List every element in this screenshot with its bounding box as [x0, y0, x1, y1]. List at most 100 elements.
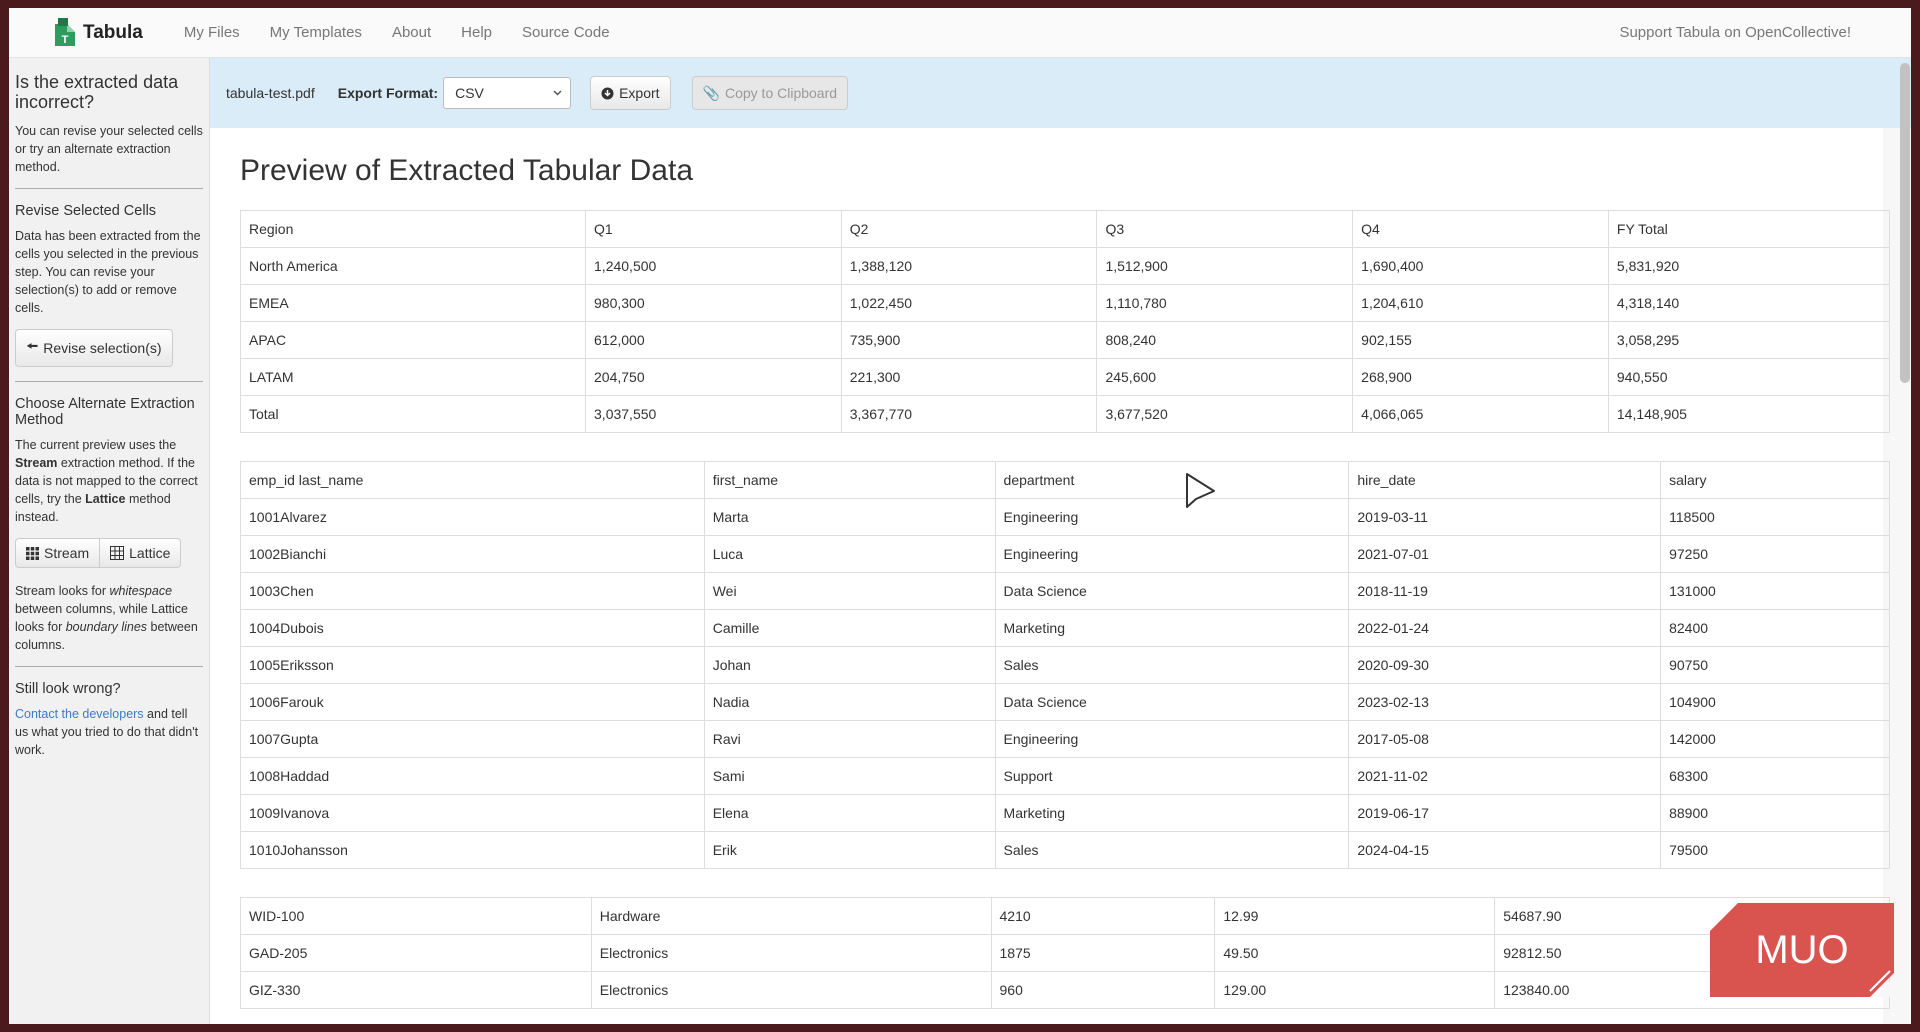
scrollbar-thumb[interactable]: [1900, 63, 1910, 383]
table-cell: Q2: [840, 210, 1098, 248]
table-cell: 129.00: [1214, 971, 1496, 1009]
method-text: The current preview uses the Stream extr…: [15, 436, 203, 526]
brand-name: Tabula: [83, 21, 143, 43]
export-format-label: Export Format:: [337, 85, 439, 101]
table-cell: Sales: [994, 831, 1350, 869]
lattice-label: Lattice: [129, 545, 171, 561]
table-cell: Ravi: [703, 720, 996, 758]
brand[interactable]: T Tabula: [53, 17, 143, 48]
tabula-logo-icon: T: [55, 17, 75, 46]
table-cell: 2020-09-30: [1348, 646, 1662, 684]
table-cell: Q1: [585, 210, 842, 248]
table-cell: 2018-11-19: [1348, 572, 1662, 610]
table-cell: 3,037,550: [585, 395, 842, 433]
table-cell: 2022-01-24: [1348, 609, 1662, 647]
table-cell: FY Total: [1607, 210, 1891, 248]
nav-links: My Files My Templates About Help Source …: [169, 24, 625, 41]
tables-container: Region Q1 Q2 Q3 Q4 FY Total North America 1,240…: [239, 210, 1891, 1009]
table-cell: 118500: [1660, 498, 1890, 536]
table-cell: 4210: [990, 897, 1216, 935]
navbar: T Tabula My Files My Templates About Hel…: [9, 8, 1911, 58]
revise-text: Data has been extracted from the cells y…: [15, 229, 201, 315]
export-format-value: CSV: [455, 85, 484, 101]
table-cell: 4,066,065: [1352, 395, 1609, 433]
table-cell: 49.50: [1214, 934, 1496, 972]
table-row: GAD-205 Electronics 1875 49.50 92812.50: [240, 934, 1890, 972]
revise-selection-button[interactable]: 🠘 Revise selection(s): [15, 329, 173, 367]
table-cell: 90750: [1660, 646, 1890, 684]
nav-help[interactable]: Help: [461, 24, 492, 41]
contact-text: Contact the developers and tell us what …: [15, 705, 203, 759]
table-cell: 1004Dubois: [240, 609, 705, 647]
table-cell: Luca: [703, 535, 996, 573]
nav-about[interactable]: About: [392, 24, 431, 41]
support-link[interactable]: Support Tabula on OpenCollective!: [1619, 24, 1851, 41]
table-cell: Nadia: [703, 683, 996, 721]
watermark-text: MUO: [1755, 928, 1848, 972]
explain-whitespace: whitespace: [109, 584, 173, 598]
table-cell: 1,022,450: [840, 284, 1098, 322]
table-row: 1006Farouk Nadia Data Science 2023-02-13 104…: [240, 683, 1890, 721]
divider: [15, 381, 203, 382]
table-cell: 1,110,780: [1096, 284, 1354, 322]
table-cell: GAD-205: [240, 934, 592, 972]
table-cell: first_name: [703, 461, 996, 499]
arrow-left-icon: 🠘: [26, 338, 39, 354]
table-cell: 735,900: [840, 321, 1098, 359]
table-row: Total 3,037,550 3,367,770 3,677,520 4,066,06…: [239, 395, 1891, 433]
table-cell: Erik: [703, 831, 996, 869]
table-cell: department: [994, 461, 1350, 499]
table-cell: North America: [239, 247, 587, 285]
browser-frame: T Tabula My Files My Templates About Hel…: [9, 8, 1911, 1024]
table-cell: 612,000: [585, 321, 842, 359]
revise-heading: Revise Selected Cells: [15, 203, 157, 219]
export-label: Export: [619, 85, 660, 101]
table-cell: 1003Chen: [240, 572, 705, 610]
lattice-button[interactable]: Lattice: [100, 538, 182, 568]
table-cell: 245,600: [1096, 358, 1354, 396]
method-heading: Choose Alternate Extraction Method: [15, 396, 195, 428]
stream-button[interactable]: Stream: [15, 538, 101, 568]
table-cell: 221,300: [840, 358, 1098, 396]
table-cell: Engineering: [994, 720, 1350, 758]
table-row: 1010Johansson Erik Sales 2024-04-15 79500: [240, 831, 1890, 869]
table-cell: 1,512,900: [1096, 247, 1354, 285]
copy-label: Copy to Clipboard: [724, 85, 838, 101]
table-cell: Support: [994, 757, 1350, 795]
method-lattice-bold: Lattice: [85, 492, 126, 506]
export-button[interactable]: Export: [590, 76, 671, 110]
copy-to-clipboard-button[interactable]: 📎 Copy to Clipboard: [691, 76, 849, 110]
table-cell: emp_id last_name: [240, 461, 705, 499]
table-cell: 14,148,905: [1607, 395, 1891, 433]
table-cell: Electronics: [590, 934, 992, 972]
divider: [15, 188, 203, 189]
table-cell: Region: [239, 210, 587, 248]
table-row: North America 1,240,500 1,388,120 1,512,900…: [239, 247, 1891, 285]
table-cell: Marta: [703, 498, 996, 536]
table-cell: 1,388,120: [840, 247, 1098, 285]
table-row: 1002Bianchi Luca Engineering 2021-07-01 9725…: [240, 535, 1890, 573]
nav-source-code[interactable]: Source Code: [522, 24, 610, 41]
table-cell: Marketing: [994, 794, 1350, 832]
table-cell: 97250: [1660, 535, 1890, 573]
table-cell: 142000: [1660, 720, 1890, 758]
table-row: 1001Alvarez Marta Engineering 2019-03-11 118…: [240, 498, 1890, 536]
muo-watermark-icon: MUO: [1710, 903, 1894, 997]
table-cell: 1010Johansson: [240, 831, 705, 869]
table-cell: 940,550: [1607, 358, 1891, 396]
table-cell: hire_date: [1348, 461, 1662, 499]
export-format-select[interactable]: CSV: [443, 77, 572, 109]
table-cell: 2021-07-01: [1348, 535, 1662, 573]
nav-my-templates[interactable]: My Templates: [270, 24, 362, 41]
table-cell: 1001Alvarez: [240, 498, 705, 536]
table-cell: Engineering: [994, 535, 1350, 573]
table-cell: 12.99: [1214, 897, 1496, 935]
table-cell: Total: [239, 395, 587, 433]
method-toggle-group: Stream Lattice: [15, 538, 203, 568]
nav-my-files[interactable]: My Files: [184, 24, 240, 41]
table-cell: 1005Eriksson: [240, 646, 705, 684]
table-cell: 88900: [1660, 794, 1890, 832]
table-cell: 1875: [990, 934, 1216, 972]
contact-developers-link[interactable]: Contact the developers: [15, 707, 144, 721]
chevron-down-icon: [553, 90, 562, 96]
